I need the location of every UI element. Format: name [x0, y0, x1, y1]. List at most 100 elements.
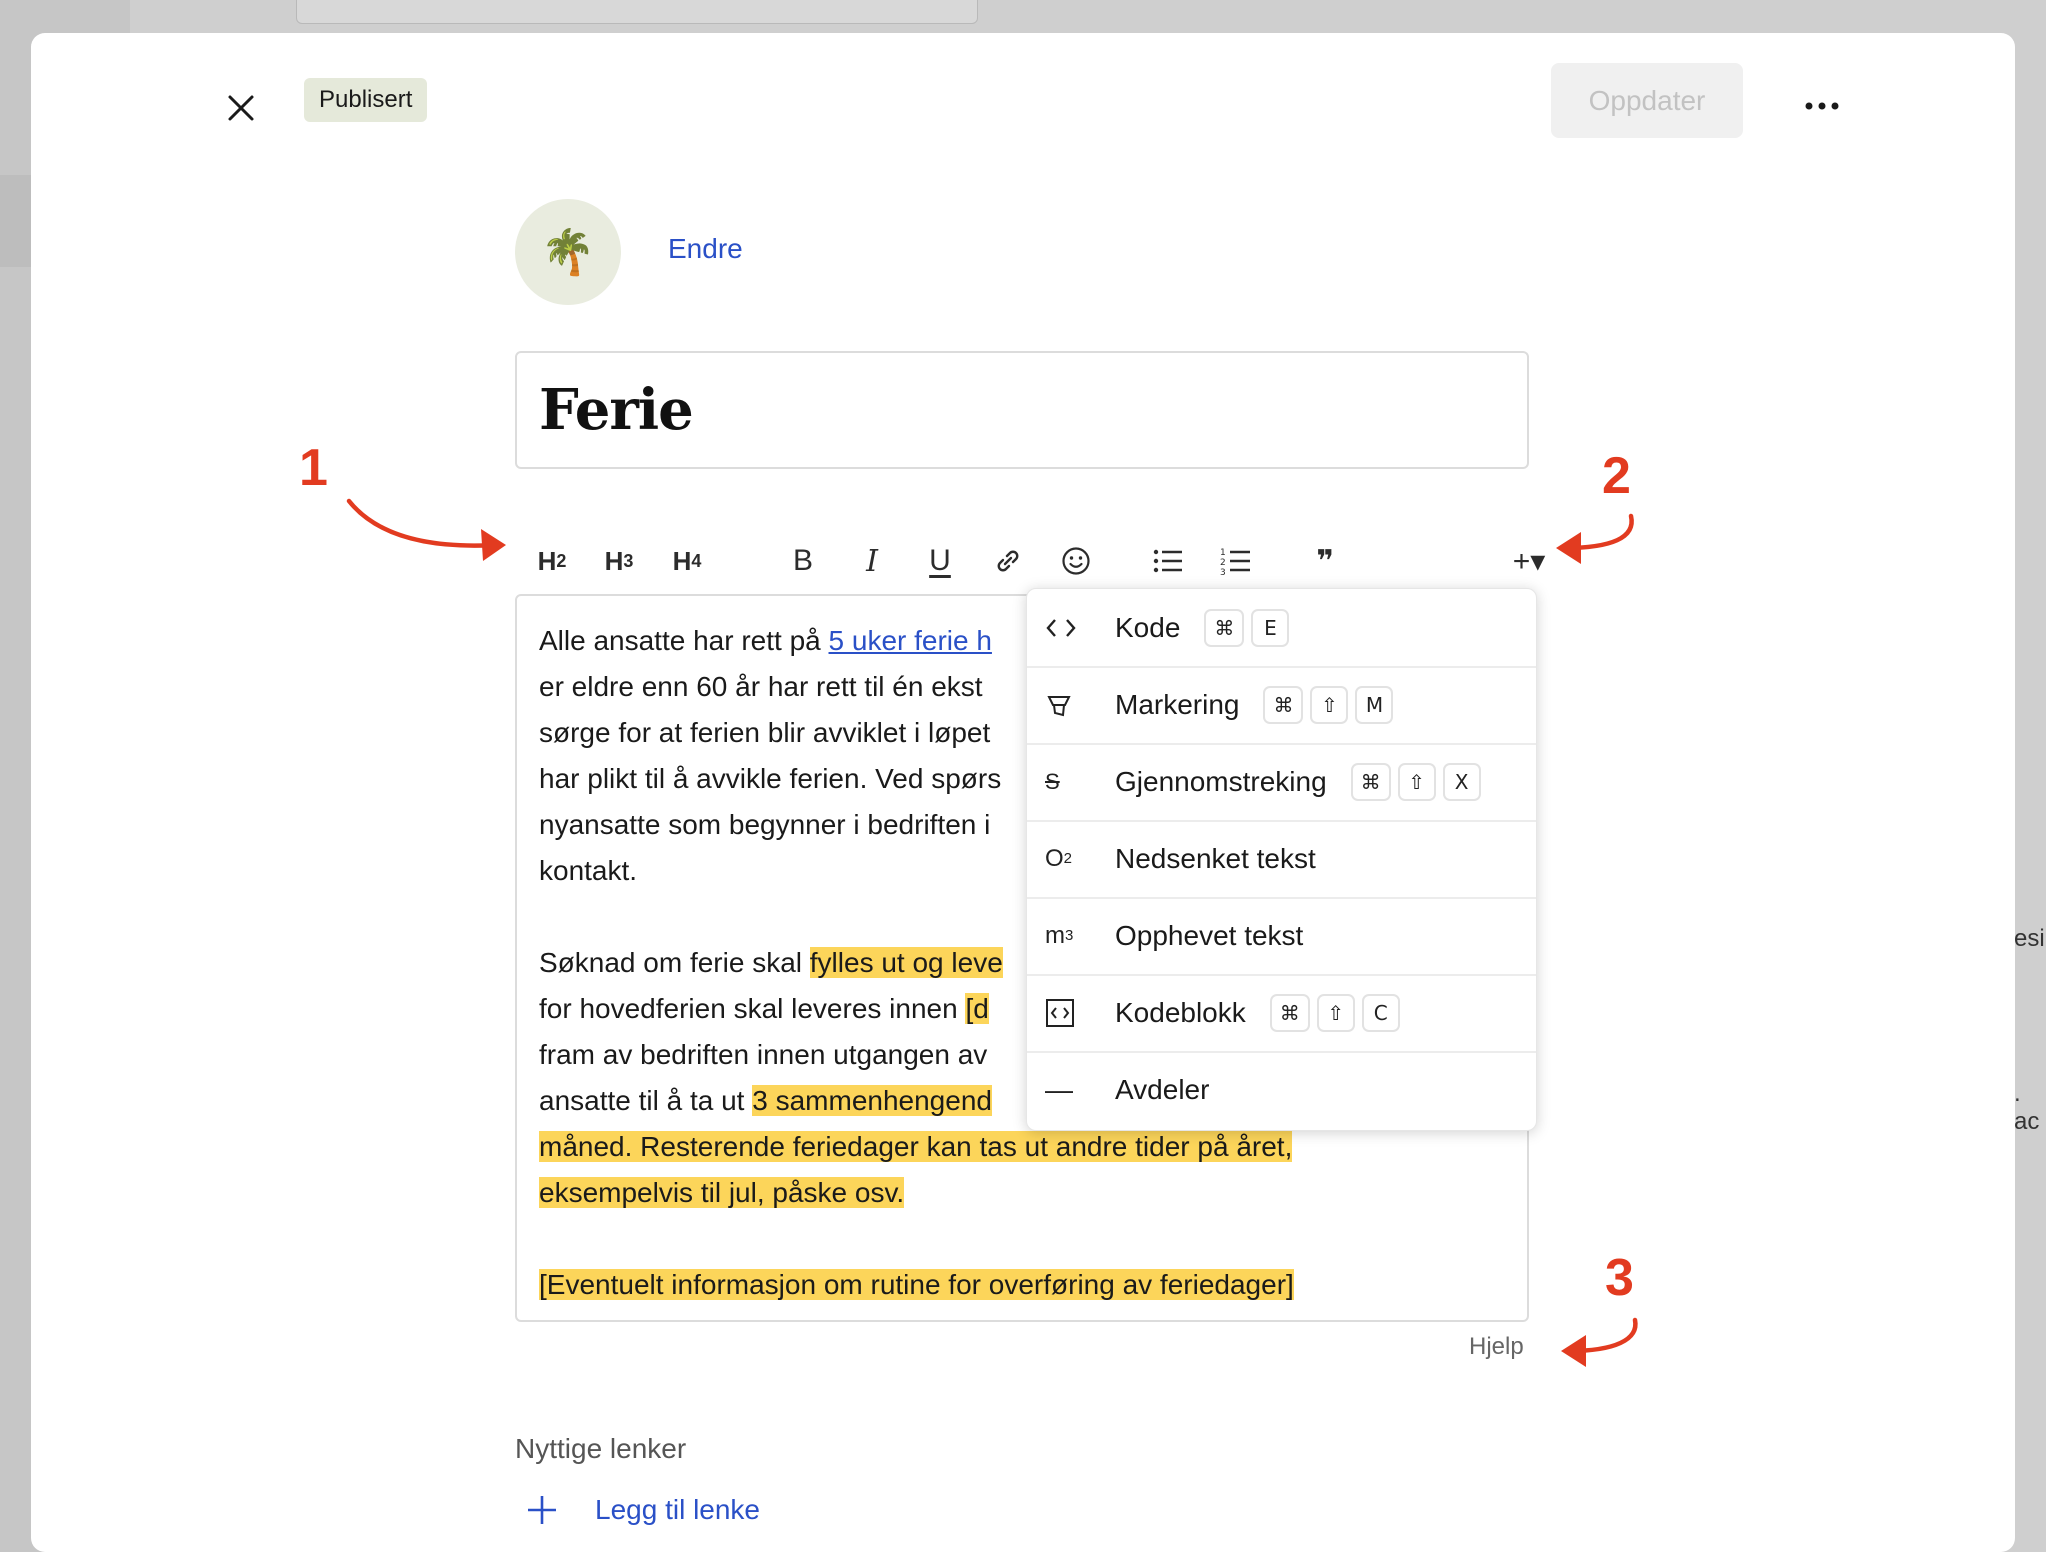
menu-item-label: Kodeblokk — [1115, 996, 1246, 1028]
shortcut-key: M — [1355, 685, 1394, 724]
highlighted-text: eksempelvis til jul, påske osv. — [539, 1177, 905, 1208]
menu-item-superscript[interactable]: m3 Opphevet tekst — [1027, 897, 1536, 976]
heading-4-button[interactable]: H4 — [662, 538, 712, 584]
annotation-arrowhead-2 — [1556, 532, 1581, 564]
more-options-button[interactable] — [1799, 83, 1845, 129]
superscript-glyph-index: 3 — [1065, 927, 1074, 944]
text-span: Alle ansatte har rett på — [539, 625, 829, 656]
annotation-arrow-3 — [1566, 1317, 1638, 1354]
shortcut-key: ⌘ — [1263, 685, 1304, 724]
italic-button[interactable]: I — [849, 538, 895, 584]
shortcut-key: ⇧ — [1397, 762, 1436, 801]
menu-item-label: Avdeler — [1115, 1073, 1210, 1105]
annotation-number-1: 1 — [299, 439, 328, 497]
strikethrough-glyph: S — [1045, 768, 1060, 794]
menu-item-label: Kode — [1115, 611, 1181, 643]
link-icon — [997, 550, 1019, 572]
text-span: ansatte til å ta ut — [539, 1085, 753, 1116]
highlighted-text: [d — [965, 993, 989, 1024]
update-button[interactable]: Oppdater — [1551, 63, 1743, 138]
menu-item-code-block[interactable]: Kodeblokk ⌘ ⇧ C — [1027, 974, 1536, 1053]
heading-4-label: H — [672, 545, 692, 576]
shortcut-key: ⌘ — [1204, 608, 1245, 647]
close-icon — [228, 95, 254, 121]
divider-icon: — — [1045, 1074, 1103, 1106]
menu-item-label: Opphevet tekst — [1115, 919, 1304, 951]
background-panel-block — [0, 175, 32, 267]
paragraph-3: [Eventuelt informasjon om rutine for ove… — [539, 1262, 1505, 1308]
add-link-label: Legg til lenke — [595, 1494, 761, 1525]
shortcut-key: C — [1361, 993, 1400, 1032]
vacation-rights-link[interactable]: 5 uker ferie h — [829, 625, 992, 656]
numbered-list-button[interactable]: 1 2 3 — [1213, 538, 1259, 584]
svg-text:3: 3 — [1220, 568, 1226, 576]
bold-button[interactable]: B — [780, 538, 826, 584]
heading-3-button[interactable]: H3 — [594, 538, 644, 584]
shortcut-key: ⌘ — [1350, 762, 1391, 801]
text-span: nyansatte som begynner i bedriften i — [539, 809, 991, 840]
superscript-icon: m3 — [1045, 922, 1103, 950]
heading-2-level: 2 — [556, 550, 567, 571]
menu-item-strikethrough[interactable]: S Gjennomstreking ⌘ ⇧ X — [1027, 743, 1536, 822]
heading-3-label: H — [604, 545, 624, 576]
text-span: fram av bedriften innen utgangen av — [539, 1039, 988, 1070]
emoji-button[interactable] — [1053, 538, 1099, 584]
shortcut-key: ⌘ — [1269, 993, 1310, 1032]
plus-icon — [528, 1496, 556, 1524]
highlighted-text: [Eventuelt informasjon om rutine for ove… — [539, 1269, 1294, 1300]
close-button[interactable] — [216, 83, 266, 133]
annotation-arrowhead-1 — [481, 529, 506, 561]
smiley-icon — [1062, 547, 1090, 575]
text-span: Søknad om ferie skal — [539, 947, 810, 978]
svg-text:2: 2 — [1220, 558, 1226, 568]
underline-button[interactable]: U — [917, 538, 963, 584]
text-span: for hovedferien skal leveres innen — [539, 993, 966, 1024]
change-avatar-link[interactable]: Endre — [668, 233, 743, 265]
heading-2-label: H — [537, 545, 557, 576]
shortcut-key: E — [1251, 608, 1290, 647]
menu-item-divider[interactable]: — Avdeler — [1027, 1051, 1536, 1128]
quote-button[interactable]: ❞ — [1302, 538, 1348, 584]
heading-3-level: 3 — [623, 550, 634, 571]
menu-item-subscript[interactable]: O2 Nedsenket tekst — [1027, 820, 1536, 899]
text-span: sørge for at ferien blir avviklet i løpe… — [539, 717, 991, 748]
shortcut-key: X — [1442, 762, 1481, 801]
code-icon — [1045, 616, 1103, 640]
annotation-number-2: 2 — [1602, 447, 1631, 505]
title-input[interactable]: Ferie — [515, 351, 1529, 469]
background-text: esi — [2014, 925, 2045, 952]
add-link-button[interactable]: Legg til lenke — [525, 1493, 760, 1527]
divider-glyph: — — [1045, 1073, 1073, 1105]
menu-item-label: Nedsenket tekst — [1115, 842, 1316, 874]
link-button[interactable] — [985, 538, 1031, 584]
svg-text:1: 1 — [1220, 548, 1226, 558]
menu-item-label: Markering — [1115, 688, 1240, 720]
useful-links-heading: Nyttige lenker — [515, 1433, 687, 1464]
status-badge: Publisert — [304, 78, 428, 122]
more-horizontal-icon — [1805, 102, 1839, 110]
avatar[interactable]: 🌴 — [515, 199, 621, 305]
insert-menu-button[interactable]: +▾ — [1501, 538, 1557, 584]
editor-modal: Publisert Oppdater 🌴 Endre Ferie H2 H3 H… — [31, 33, 2015, 1552]
subscript-glyph-index: 2 — [1063, 850, 1073, 867]
help-link[interactable]: Hjelp — [1469, 1333, 1524, 1361]
highlighter-icon — [1045, 691, 1103, 719]
strikethrough-icon: S — [1045, 769, 1103, 795]
menu-item-highlight[interactable]: Markering ⌘ ⇧ M — [1027, 666, 1536, 745]
palm-tree-icon: 🌴 — [540, 228, 596, 277]
annotation-arrowhead-3 — [1561, 1335, 1586, 1367]
bullet-list-icon — [1153, 549, 1182, 573]
heading-4-level: 4 — [691, 550, 702, 571]
annotation-arrow-2 — [1561, 513, 1634, 551]
text-span: er eldre enn 60 år har rett til én ekst — [539, 671, 983, 702]
superscript-glyph: m — [1045, 921, 1065, 949]
background-field — [296, 0, 978, 24]
menu-item-label: Gjennomstreking — [1115, 765, 1327, 797]
background-text: . ac — [2014, 1080, 2040, 1135]
highlighted-text: måned. Resterende feriedager kan tas ut … — [539, 1131, 1293, 1162]
highlighted-text: fylles ut og leve — [809, 947, 1003, 978]
menu-item-code[interactable]: Kode ⌘ E — [1027, 589, 1536, 668]
shortcut-key: ⇧ — [1316, 993, 1355, 1032]
heading-2-button[interactable]: H2 — [527, 538, 577, 584]
bullet-list-button[interactable] — [1145, 538, 1191, 584]
